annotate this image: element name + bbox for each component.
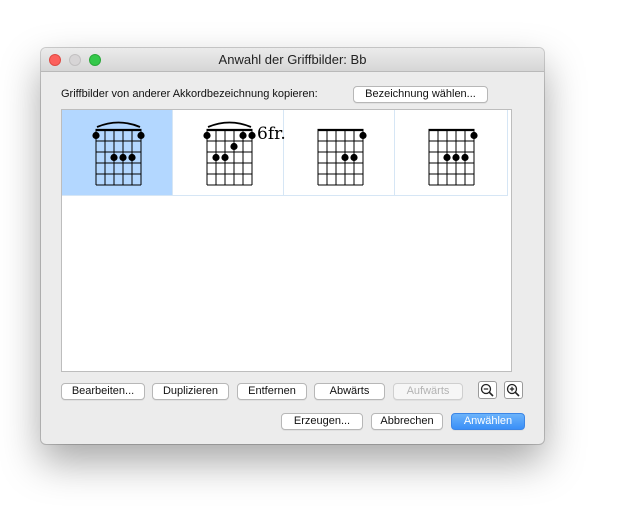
cancel-button[interactable]: Abbrechen bbox=[371, 413, 443, 430]
select-button[interactable]: Anwählen bbox=[451, 413, 525, 430]
chord-diagram-4 bbox=[428, 128, 478, 186]
barre-arc bbox=[207, 121, 252, 128]
title-bar[interactable]: Anwahl der Griffbilder: Bb bbox=[41, 48, 544, 72]
finger-dot bbox=[470, 131, 478, 140]
copy-from-chord-label: Griffbilder von anderer Akkordbezeichnun… bbox=[61, 88, 318, 100]
finger-dot bbox=[128, 153, 136, 162]
barre-arc bbox=[96, 121, 141, 128]
finger-dot bbox=[110, 153, 118, 162]
chord-diagram-cell[interactable]: 6fr. bbox=[173, 110, 286, 196]
finger-dot bbox=[341, 153, 349, 162]
zoom-out-button[interactable] bbox=[478, 381, 497, 399]
finger-dot bbox=[221, 153, 229, 162]
remove-button[interactable]: Entfernen bbox=[237, 383, 307, 400]
chord-diagram-cell[interactable] bbox=[284, 110, 395, 196]
finger-dot bbox=[443, 153, 451, 162]
chord-diagram-2 bbox=[203, 121, 256, 186]
finger-dot bbox=[359, 131, 367, 140]
zoom-in-button[interactable] bbox=[504, 381, 523, 399]
chord-diagram-cell[interactable] bbox=[62, 110, 173, 196]
finger-dot bbox=[119, 153, 127, 162]
chord-diagram-list[interactable]: 6fr. bbox=[61, 109, 512, 372]
window-title: Anwahl der Griffbilder: Bb bbox=[218, 52, 367, 67]
finger-dot bbox=[230, 142, 238, 151]
finger-dot bbox=[92, 131, 100, 140]
choose-chord-name-button[interactable]: Bezeichnung wählen... bbox=[353, 86, 488, 103]
finger-dot bbox=[212, 153, 220, 162]
zoom-in-icon bbox=[506, 383, 520, 397]
finger-dot bbox=[203, 131, 211, 140]
finger-dot bbox=[350, 153, 358, 162]
chord-diagram-3 bbox=[317, 128, 367, 186]
finger-dot bbox=[239, 131, 247, 140]
duplicate-button[interactable]: Duplizieren bbox=[152, 383, 229, 400]
move-up-button[interactable]: Aufwärts bbox=[393, 383, 463, 400]
finger-dot bbox=[452, 153, 460, 162]
fret-position-label: 6fr. bbox=[257, 124, 286, 144]
chord-diagram-1 bbox=[92, 121, 145, 186]
zoom-out-icon bbox=[480, 383, 494, 397]
chord-diagram-selection-window: Anwahl der Griffbilder: Bb Griffbilder v… bbox=[41, 48, 544, 444]
edit-button[interactable]: Bearbeiten... bbox=[61, 383, 145, 400]
finger-dot bbox=[248, 131, 256, 140]
chord-diagram-cell[interactable] bbox=[395, 110, 508, 196]
finger-dot bbox=[461, 153, 469, 162]
finger-dot bbox=[137, 131, 145, 140]
move-down-button[interactable]: Abwärts bbox=[314, 383, 385, 400]
create-button[interactable]: Erzeugen... bbox=[281, 413, 363, 430]
